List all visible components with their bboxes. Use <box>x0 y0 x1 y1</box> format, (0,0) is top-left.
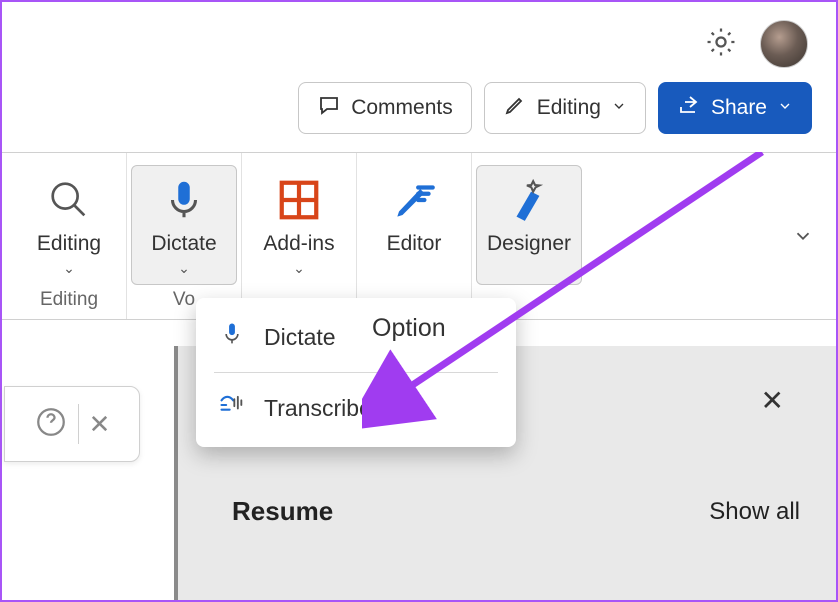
transcribe-icon <box>218 391 246 425</box>
chevron-down-icon: ⌄ <box>63 260 75 277</box>
dropdown-dictate-label: Dictate <box>264 324 336 351</box>
share-button[interactable]: Share <box>658 82 812 134</box>
dropdown-item-dictate[interactable]: Dictate <box>196 306 516 368</box>
chevron-down-icon: ⌄ <box>178 260 190 277</box>
group-label-voice: Vo <box>173 289 195 311</box>
comments-button[interactable]: Comments <box>298 82 472 134</box>
close-icon[interactable]: ✕ <box>89 409 111 440</box>
designer-ribbon-label: Designer <box>487 232 571 256</box>
chevron-down-icon <box>611 96 627 120</box>
show-all-link[interactable]: Show all <box>709 498 800 526</box>
editor-ribbon-label: Editor <box>387 232 442 256</box>
pencil-icon <box>503 93 527 123</box>
editor-icon <box>386 172 442 228</box>
option-hint: Option <box>372 314 446 343</box>
panel-title: Resume <box>232 496 333 527</box>
comment-icon <box>317 93 341 123</box>
comments-label: Comments <box>351 96 453 120</box>
share-label: Share <box>711 96 767 120</box>
help-float: ✕ <box>4 386 140 462</box>
settings-icon[interactable] <box>704 25 738 64</box>
chevron-down-icon: ⌄ <box>293 260 305 277</box>
editing-mode-button[interactable]: Editing <box>484 82 646 134</box>
group-label-editing: Editing <box>40 289 98 311</box>
magnifier-icon <box>41 172 97 228</box>
designer-ribbon-button[interactable]: Designer <box>476 165 582 285</box>
avatar[interactable] <box>760 20 808 68</box>
addins-ribbon-button[interactable]: Add-ins ⌄ <box>246 165 352 285</box>
share-icon <box>677 93 701 123</box>
dropdown-transcribe-label: Transcribe <box>264 395 372 422</box>
close-icon[interactable]: ✕ <box>761 384 784 417</box>
designer-icon <box>501 172 557 228</box>
editing-ribbon-label: Editing <box>37 232 101 256</box>
chevron-down-icon <box>777 96 793 120</box>
divider <box>78 404 79 444</box>
ribbon: Editing ⌄ Editing Dictate ⌄ Vo Add-ins <box>2 152 836 320</box>
dictate-dropdown: Dictate Transcribe <box>196 298 516 447</box>
editing-ribbon-button[interactable]: Editing ⌄ <box>16 165 122 285</box>
help-icon[interactable] <box>34 405 68 444</box>
editor-ribbon-button[interactable]: Editor <box>361 165 467 285</box>
addins-ribbon-label: Add-ins <box>263 232 334 256</box>
ribbon-collapse-button[interactable] <box>792 153 826 319</box>
divider <box>214 372 498 373</box>
dropdown-item-transcribe[interactable]: Transcribe <box>196 377 516 439</box>
dictate-ribbon-button[interactable]: Dictate ⌄ <box>131 165 237 285</box>
dictate-ribbon-label: Dictate <box>151 232 216 256</box>
addins-icon <box>271 172 327 228</box>
microphone-icon <box>156 172 212 228</box>
microphone-icon <box>218 320 246 354</box>
editing-mode-label: Editing <box>537 96 601 120</box>
